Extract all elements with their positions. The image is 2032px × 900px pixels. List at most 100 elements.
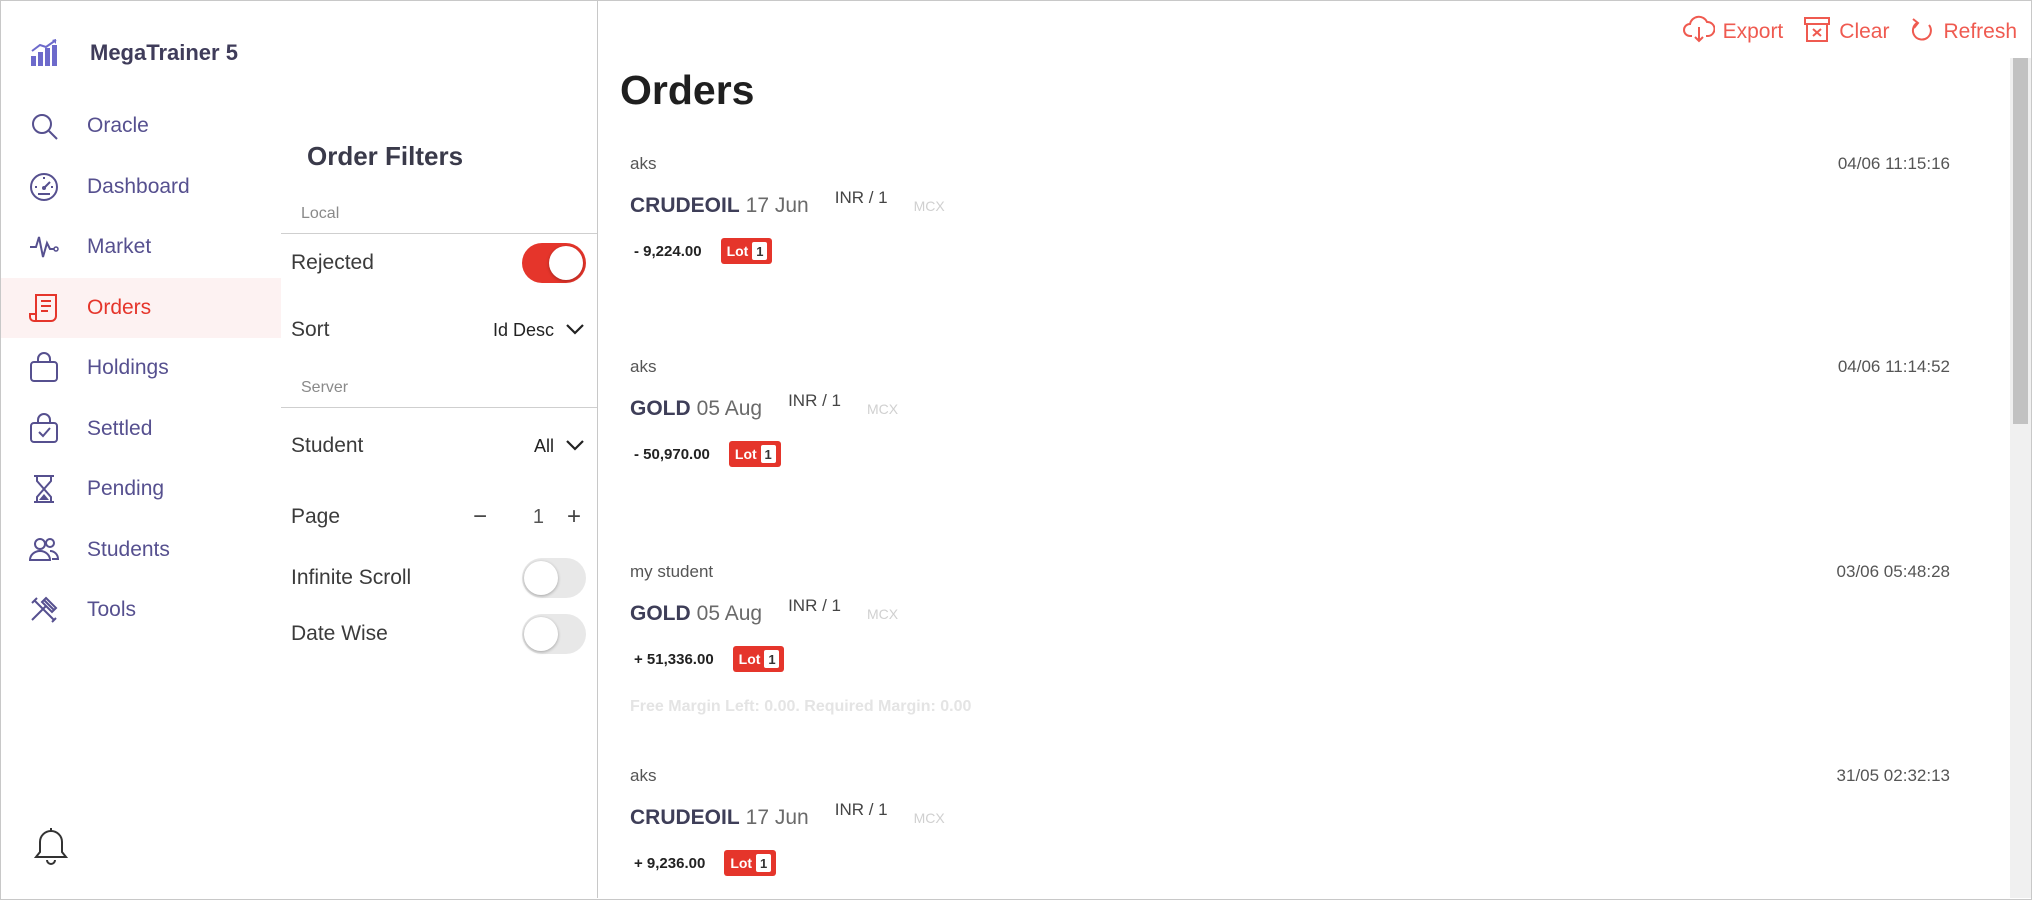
order-currency: INR / 1: [788, 596, 841, 615]
sidebar-item-market[interactable]: Market: [1, 217, 281, 278]
order-currency: INR / 1: [834, 800, 888, 819]
page-label: Page: [291, 505, 341, 528]
student-select[interactable]: All: [534, 436, 586, 457]
sidebar-item-label: Settled: [87, 416, 153, 440]
lot-label: Lot: [734, 446, 757, 462]
vertical-scrollbar[interactable]: [2010, 58, 2031, 898]
receipt-icon: [27, 291, 61, 325]
order-exchange: MCX: [913, 198, 945, 214]
date-wise-label: Date Wise: [291, 622, 388, 645]
lot-count: 1: [760, 445, 776, 463]
sidebar-item-label: Tools: [87, 598, 137, 622]
clear-label: Clear: [1839, 20, 1890, 43]
lot-label: Lot: [730, 855, 753, 871]
bar-chart-logo-icon: [27, 36, 61, 70]
sidebar-item-oracle[interactable]: Oracle: [1, 96, 281, 157]
order-time: 31/05 02:32:13: [1836, 766, 1950, 785]
order-exchange: MCX: [913, 810, 945, 826]
sidebar-item-orders[interactable]: Orders: [1, 277, 281, 338]
sidebar-item-dashboard[interactable]: Dashboard: [1, 157, 281, 218]
filter-page-row: Page − 1 +: [291, 495, 586, 539]
order-time: 04/06 11:14:52: [1837, 357, 1950, 376]
gauge-icon: [27, 170, 61, 204]
lot-badge: Lot 1: [728, 441, 781, 467]
page-title: Orders: [620, 67, 755, 113]
page-decrement-button[interactable]: −: [468, 503, 492, 531]
order-instrument: GOLD 05 Aug INR / 1 MCX: [630, 391, 899, 421]
sidebar-item-settled[interactable]: Settled: [1, 399, 281, 460]
filter-datewise-row: Date Wise: [291, 612, 586, 656]
refresh-button[interactable]: Refresh: [1909, 15, 2017, 49]
export-button[interactable]: Export: [1682, 15, 1784, 49]
order-currency: INR / 1: [834, 188, 888, 207]
infinite-scroll-toggle[interactable]: [522, 558, 586, 598]
hourglass-icon: [27, 472, 61, 506]
sidebar-item-tools[interactable]: Tools: [1, 580, 281, 641]
order-symbol: GOLD: [630, 397, 691, 420]
divider: [281, 233, 598, 234]
bell-icon[interactable]: [33, 827, 69, 867]
lot-count: 1: [752, 242, 768, 260]
filter-infinite-row: Infinite Scroll: [291, 556, 586, 600]
rejected-toggle[interactable]: [522, 243, 586, 283]
orders-main: Export Clear Refresh Orders aks 04/06 11…: [598, 1, 2031, 898]
order-amount: + 51,336.00: [634, 650, 714, 668]
lot-badge: Lot 1: [724, 850, 777, 876]
lot-label: Lot: [726, 243, 749, 259]
order-exchange: MCX: [866, 401, 899, 417]
toggle-knob: [524, 561, 558, 595]
chevron-down-icon: [564, 436, 586, 457]
filters-title: Order Filters: [307, 141, 464, 171]
order-filters-panel: Order Filters Local Rejected Sort Id Des…: [281, 1, 598, 898]
order-amount: - 50,970.00: [634, 445, 710, 463]
sort-value: Id Desc: [492, 319, 554, 340]
order-amount-row: - 9,224.00 Lot 1: [634, 238, 773, 264]
sidebar-item-label: Students: [87, 537, 170, 561]
date-wise-toggle[interactable]: [522, 614, 586, 654]
sidebar-item-students[interactable]: Students: [1, 520, 281, 581]
order-expiry: 17 Jun: [745, 194, 809, 217]
sidebar-item-label: Orders: [87, 295, 152, 319]
clear-button[interactable]: Clear: [1803, 15, 1889, 49]
sidebar-item-label: Holdings: [87, 356, 169, 380]
order-time: 03/06 05:48:28: [1836, 562, 1950, 581]
sort-select[interactable]: Id Desc: [493, 320, 586, 341]
lot-count: 1: [764, 650, 780, 668]
order-amount-row: + 9,236.00 Lot 1: [634, 850, 777, 876]
order-user: aks: [630, 154, 657, 173]
order-instrument: CRUDEOIL 17 Jun INR / 1 MCX: [630, 188, 945, 218]
tools-icon: [27, 593, 61, 627]
order-currency: INR / 1: [788, 391, 841, 410]
order-symbol: GOLD: [630, 602, 691, 625]
order-symbol: CRUDEOIL: [630, 194, 740, 217]
sidebar-item-label: Market: [87, 235, 152, 259]
export-label: Export: [1722, 20, 1784, 43]
lot-badge: Lot 1: [720, 238, 773, 264]
sidebar-item-pending[interactable]: Pending: [1, 459, 281, 520]
filter-student-row: Student All: [291, 424, 586, 468]
order-expiry: 05 Aug: [696, 602, 763, 625]
sidebar-item-label: Pending: [87, 477, 165, 501]
filter-sort-row: Sort Id Desc: [291, 308, 586, 352]
filter-rejected-row: Rejected: [291, 241, 586, 285]
page-increment-button[interactable]: +: [562, 503, 586, 531]
order-symbol: CRUDEOIL: [630, 806, 740, 829]
sidebar-item-label: Dashboard: [87, 174, 190, 198]
scrollbar-thumb[interactable]: [2013, 58, 2028, 424]
order-time: 04/06 11:15:16: [1837, 154, 1950, 173]
rejected-label: Rejected: [291, 251, 374, 274]
student-label: Student: [291, 434, 364, 457]
bag-icon: [27, 351, 61, 385]
lot-label: Lot: [738, 651, 761, 667]
order-exchange: MCX: [866, 606, 899, 622]
sidebar-item-holdings[interactable]: Holdings: [1, 338, 281, 399]
toggle-knob: [549, 246, 583, 280]
brand[interactable]: MegaTrainer 5: [27, 33, 238, 73]
order-amount: - 9,224.00: [634, 242, 702, 260]
order-amount-row: + 51,336.00 Lot 1: [634, 646, 785, 672]
page-stepper: − 1 +: [468, 503, 586, 531]
trash-box-icon: [1803, 15, 1831, 49]
app-name: MegaTrainer 5: [90, 40, 238, 65]
order-expiry: 17 Jun: [745, 806, 809, 829]
sidebar-nav: Oracle Dashboard Market Orders Holdings: [1, 96, 281, 641]
